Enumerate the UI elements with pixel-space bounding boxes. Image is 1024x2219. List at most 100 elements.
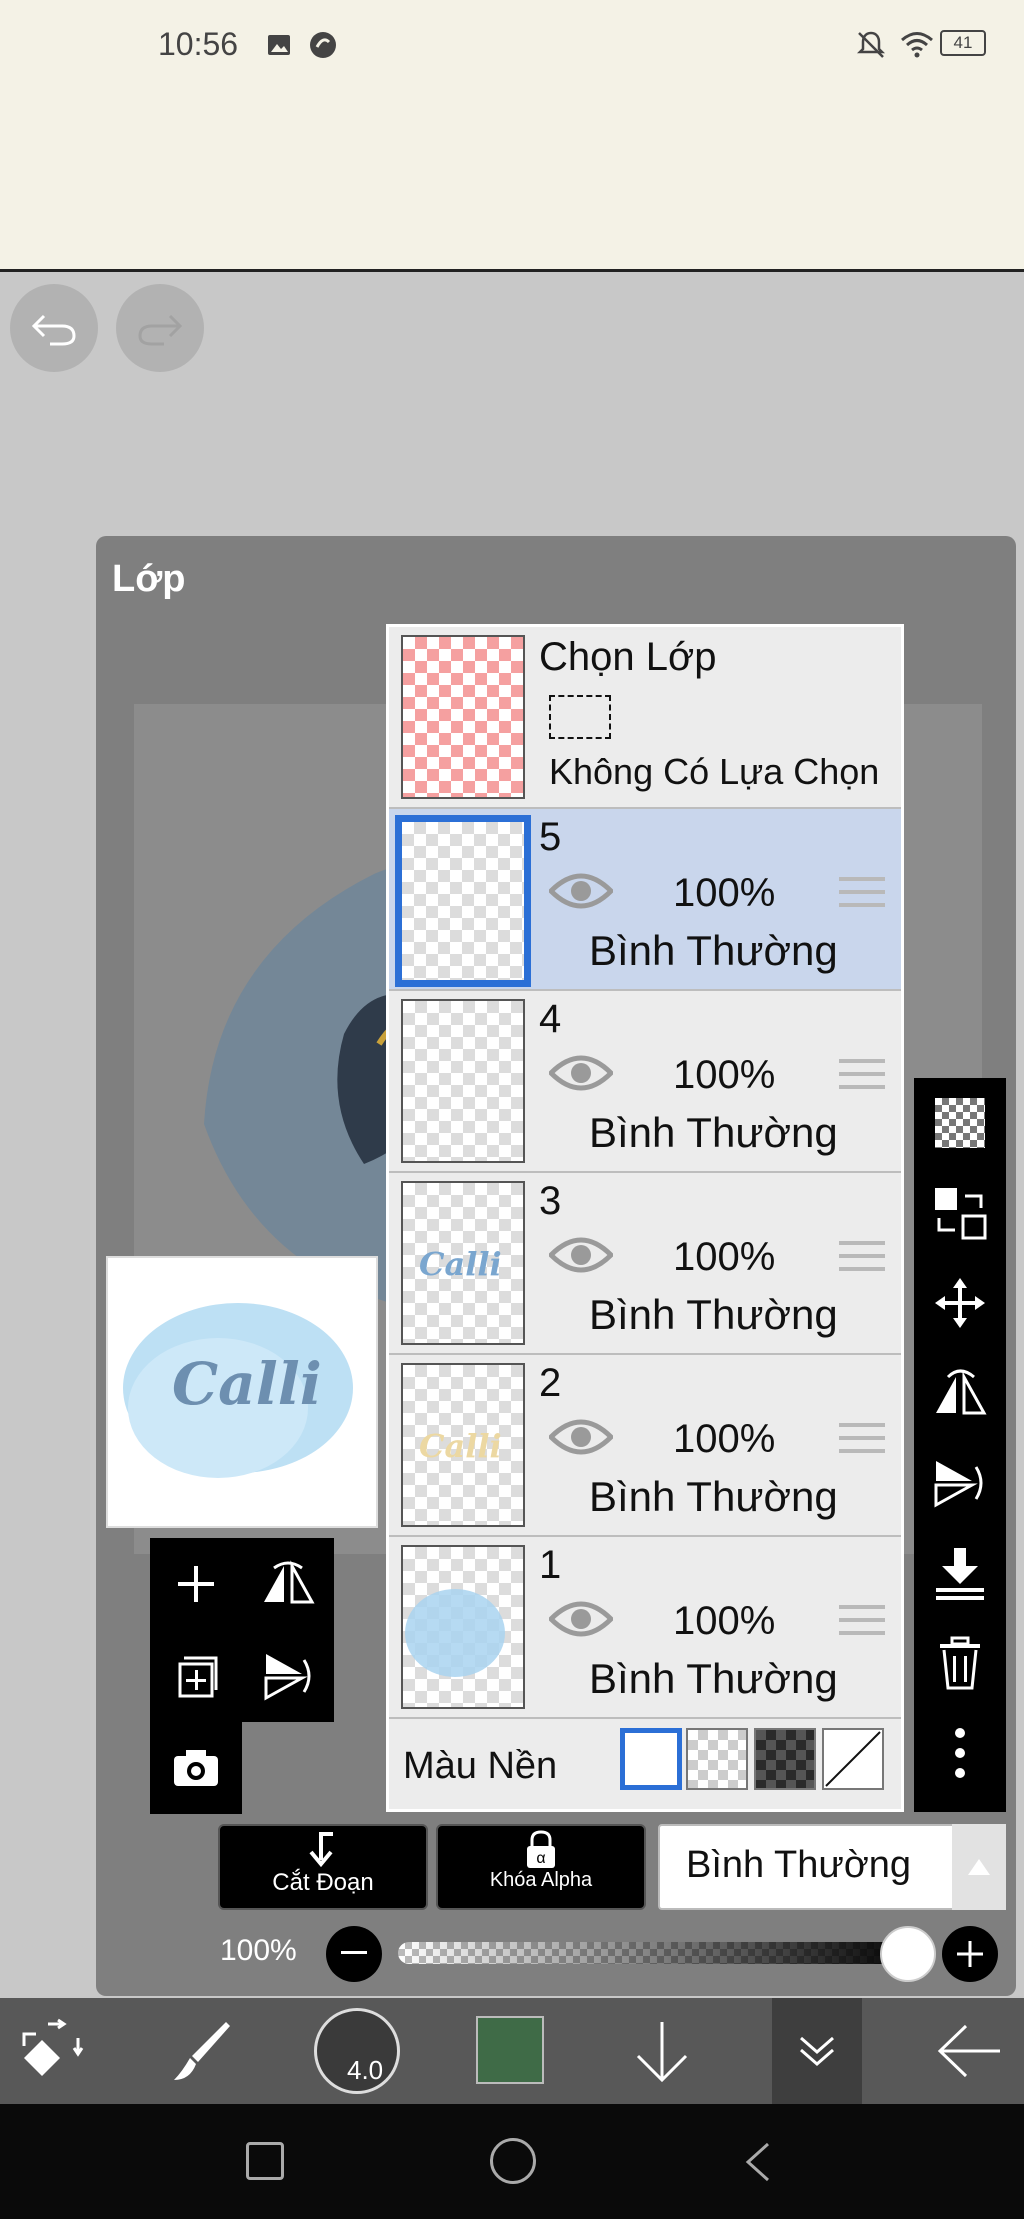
clipping-button[interactable]: Cắt Đoạn bbox=[218, 1824, 428, 1910]
more-options-button[interactable] bbox=[914, 1708, 1006, 1798]
redo-button[interactable] bbox=[116, 284, 204, 372]
svg-text:α: α bbox=[536, 1850, 545, 1867]
layer-opacity: 100% bbox=[673, 1599, 776, 1643]
visibility-eye-icon[interactable] bbox=[547, 1415, 615, 1464]
flip-horizontal-icon bbox=[936, 1369, 987, 1415]
camera-button[interactable] bbox=[150, 1722, 242, 1814]
layer-blend-mode: Bình Thường bbox=[589, 1109, 838, 1156]
color-swatch-button[interactable] bbox=[476, 2016, 544, 2084]
layer-row[interactable]: 5 100% Bình Thường bbox=[389, 809, 901, 991]
merge-down-icon bbox=[936, 1548, 984, 1600]
background-dark-swatch[interactable] bbox=[754, 1728, 816, 1790]
drag-handle-icon[interactable] bbox=[839, 1605, 885, 1644]
layer-opacity: 100% bbox=[673, 1417, 776, 1461]
blend-mode-dropdown-arrow[interactable] bbox=[952, 1824, 1006, 1910]
redo-icon bbox=[138, 314, 183, 346]
flip-horizontal-button[interactable] bbox=[914, 1348, 1006, 1438]
selection-marquee-icon bbox=[549, 695, 611, 739]
move-icon bbox=[935, 1278, 985, 1328]
layer-row[interactable]: Calli 2 100% Bình Thường bbox=[389, 1355, 901, 1537]
flip-vertical-icon bbox=[934, 1461, 983, 1508]
layer-thumbnail bbox=[401, 999, 525, 1163]
background-color-label: Màu Nền bbox=[403, 1745, 558, 1787]
alpha-lock-label: Khóa Alpha bbox=[489, 1869, 593, 1891]
nav-back-icon[interactable] bbox=[744, 2142, 772, 2187]
move-down-button[interactable] bbox=[632, 2018, 692, 2089]
opacity-decrease-button[interactable] bbox=[326, 1926, 382, 1982]
layer-opacity: 100% bbox=[673, 1053, 776, 1097]
home-icon[interactable] bbox=[490, 2138, 536, 2184]
clipping-arrow-icon bbox=[309, 1832, 333, 1868]
triangle-up-icon bbox=[968, 1859, 990, 1875]
layer-number: 2 bbox=[539, 1361, 562, 1405]
thumbnail-text: Calli bbox=[419, 1245, 502, 1283]
drag-handle-icon[interactable] bbox=[839, 1059, 885, 1098]
brush-size-value: 4.0 bbox=[347, 2055, 384, 2085]
plus-icon bbox=[178, 1566, 214, 1602]
canvas-top-area bbox=[0, 92, 1024, 272]
layer-list: Chọn Lớp Không Có Lựa Chọn 5 100% Bình T… bbox=[386, 624, 904, 1812]
back-button[interactable] bbox=[934, 2018, 1004, 2089]
background-white-swatch[interactable] bbox=[620, 1728, 682, 1790]
plus-icon bbox=[957, 1941, 983, 1967]
layer-row[interactable]: 4 100% Bình Thường bbox=[389, 991, 901, 1173]
layer-blend-mode: Bình Thường bbox=[589, 1291, 838, 1338]
camera-icon bbox=[174, 1750, 218, 1786]
opacity-increase-button[interactable] bbox=[942, 1926, 998, 1982]
checkerboard-button[interactable] bbox=[914, 1078, 1006, 1168]
selection-thumbnail bbox=[401, 635, 525, 799]
visibility-eye-icon[interactable] bbox=[547, 1233, 615, 1282]
add-layer-button[interactable] bbox=[150, 1538, 242, 1630]
transform-icon bbox=[22, 2018, 84, 2076]
visibility-eye-icon[interactable] bbox=[547, 869, 615, 918]
opacity-slider-thumb[interactable] bbox=[880, 1926, 936, 1982]
layer-thumbnail: Calli bbox=[401, 1363, 525, 1527]
selection-title: Chọn Lớp bbox=[539, 635, 717, 679]
background-none-swatch[interactable] bbox=[822, 1728, 884, 1790]
transfer-icon bbox=[935, 1188, 987, 1240]
layer-number: 5 bbox=[539, 815, 562, 859]
delete-layer-button[interactable] bbox=[914, 1618, 1006, 1708]
visibility-eye-icon[interactable] bbox=[547, 1597, 615, 1646]
blend-mode-value: Bình Thường bbox=[686, 1844, 912, 1886]
layer-thumbnail: Calli bbox=[401, 1181, 525, 1345]
checkerboard-icon bbox=[935, 1098, 985, 1148]
transfer-layer-button[interactable] bbox=[914, 1168, 1006, 1258]
layer-blend-mode: Bình Thường bbox=[589, 1655, 838, 1702]
background-transparent-swatch[interactable] bbox=[686, 1728, 748, 1790]
alpha-lock-button[interactable]: α Khóa Alpha bbox=[436, 1824, 646, 1910]
flip-horizontal-icon bbox=[264, 1560, 315, 1604]
flip-vertical-icon bbox=[264, 1654, 311, 1701]
recents-icon[interactable] bbox=[246, 2142, 284, 2180]
brush-tool-button[interactable] bbox=[168, 2018, 234, 2089]
gallery-icon bbox=[266, 32, 292, 63]
undo-button[interactable] bbox=[10, 284, 98, 372]
drag-handle-icon[interactable] bbox=[839, 877, 885, 916]
opacity-slider[interactable] bbox=[398, 1942, 918, 1964]
selection-layer-row[interactable]: Chọn Lớp Không Có Lựa Chọn bbox=[389, 627, 901, 809]
brush-size-button[interactable]: 4.0 bbox=[314, 2008, 400, 2094]
flip-horizontal-button[interactable] bbox=[242, 1538, 334, 1630]
mute-icon bbox=[854, 28, 888, 67]
bottom-toolbar: 4.0 bbox=[0, 1998, 1024, 2104]
flip-vertical-button[interactable] bbox=[242, 1630, 334, 1722]
visibility-eye-icon[interactable] bbox=[547, 1051, 615, 1100]
transform-tool-button[interactable] bbox=[18, 2018, 84, 2089]
merge-down-button[interactable] bbox=[914, 1528, 1006, 1618]
layer-number: 3 bbox=[539, 1179, 562, 1223]
trash-icon bbox=[940, 1636, 980, 1690]
drag-handle-icon[interactable] bbox=[839, 1423, 885, 1462]
layer-row[interactable]: 1 100% Bình Thường bbox=[389, 1537, 901, 1719]
selection-subtitle: Không Có Lựa Chọn bbox=[549, 751, 880, 792]
drag-handle-icon[interactable] bbox=[839, 1241, 885, 1280]
move-button[interactable] bbox=[914, 1258, 1006, 1348]
layers-panel-button[interactable] bbox=[772, 1998, 862, 2104]
wifi-icon bbox=[900, 30, 934, 63]
clipping-label: Cắt Đoạn bbox=[272, 1869, 374, 1896]
system-nav-bar bbox=[0, 2104, 1024, 2219]
layer-thumbnail bbox=[395, 815, 531, 987]
layer-row[interactable]: Calli 3 100% Bình Thường bbox=[389, 1173, 901, 1355]
lock-alpha-icon: α bbox=[527, 1830, 555, 1868]
flip-vertical-button[interactable] bbox=[914, 1438, 1006, 1528]
add-copy-layer-button[interactable] bbox=[150, 1630, 242, 1722]
